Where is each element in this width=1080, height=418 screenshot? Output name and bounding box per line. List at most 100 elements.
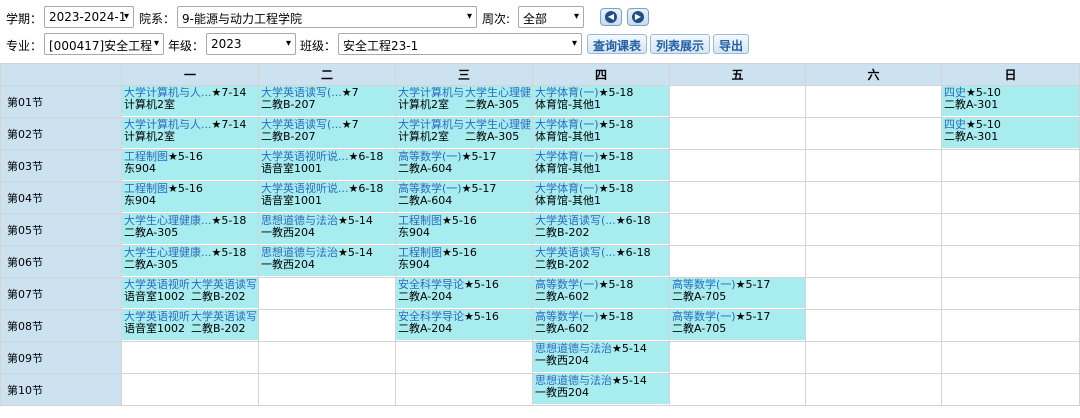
term-select[interactable]: 2023-2024-1 ▾: [44, 6, 134, 28]
room-line: 二教B-207: [261, 99, 395, 111]
course-block[interactable]: 大学体育(一)★5-18 体育馆-其他1: [533, 118, 669, 148]
room-name: 二教A-204: [398, 290, 453, 303]
filter-row-1: 学期： 2023-2024-1 ▾ 院系： 9-能源与动力工程学院 ▾ 周次: 全部…: [0, 5, 1080, 31]
schedule-cell: [805, 245, 942, 278]
room-name: 计算机2室: [398, 98, 449, 111]
room-line: 二教B-202: [535, 259, 669, 271]
list-view-button[interactable]: 列表展示: [650, 34, 711, 54]
schedule-cell: [258, 277, 396, 310]
room-line: 东904: [124, 195, 258, 207]
course-block[interactable]: 高等数学(一)★5-18 二教A-602: [533, 310, 669, 340]
room-name: 二教A-705: [672, 322, 727, 335]
course-block[interactable]: 安全科学导论★5-16 二教A-204: [396, 278, 532, 308]
course-block[interactable]: 思想道德与法治★5-14 一教西204: [259, 214, 395, 244]
course-block[interactable]: 大学英语视听说...★6-18 语音室1001: [259, 182, 395, 212]
query-schedule-button[interactable]: 查询课表: [587, 34, 648, 54]
course-block[interactable]: 大学生心理健康...★5-18 二教A-305: [122, 214, 258, 244]
course-weeks: ★5-18: [598, 182, 634, 195]
course-block[interactable]: 大学计算机与 计算机2室 大学生心理健 二教A-305: [396, 86, 532, 116]
course-block[interactable]: 工程制图★5-16 东904: [396, 214, 532, 244]
room-line: 二教A-305: [465, 131, 532, 143]
room-name: 计算机2室: [124, 98, 175, 111]
room-name: 二教B-207: [261, 98, 316, 111]
schedule-cell: [669, 245, 806, 278]
room-name: 二教B-202: [191, 290, 246, 303]
course-entry[interactable]: 大学英语读写 二教B-202: [191, 311, 258, 340]
schedule-cell: 工程制图★5-16 东904: [395, 245, 533, 278]
course-entry[interactable]: 大学英语视听 语音室1002: [124, 279, 191, 308]
course-entry[interactable]: 大学生心理健 二教A-305: [465, 119, 532, 148]
course-block[interactable]: 高等数学(一)★5-18 二教A-602: [533, 278, 669, 308]
day-header: 五: [669, 63, 806, 86]
period-label: 第09节: [0, 341, 122, 374]
course-weeks: ★5-18: [598, 118, 634, 131]
schedule-cell: 大学英语视听 语音室1002 大学英语读写 二教B-202: [121, 309, 259, 342]
export-button[interactable]: 导出: [713, 34, 750, 54]
schedule-cell: [805, 213, 942, 246]
course-entry[interactable]: 大学英语读写 二教B-202: [191, 279, 258, 308]
week-select[interactable]: 全部 ▾: [518, 6, 584, 28]
course-weeks: ★6-18: [348, 150, 384, 163]
schedule-cell: 思想道德与法治★5-14 一教西204: [532, 373, 670, 406]
course-block[interactable]: 工程制图★5-16 东904: [396, 246, 532, 276]
room-name: 一教西204: [535, 354, 589, 367]
course-block[interactable]: 大学体育(一)★5-18 体育馆-其他1: [533, 150, 669, 180]
schedule-cell: [805, 181, 942, 214]
course-block[interactable]: 大学英语读写(...★6-18 二教B-202: [533, 214, 669, 244]
room-name: 体育馆-其他1: [535, 130, 601, 143]
room-name: 二教B-202: [191, 322, 246, 335]
course-block[interactable]: 思想道德与法治★5-14 一教西204: [259, 246, 395, 276]
course-block[interactable]: 四史★5-10 二教A-301: [942, 118, 1079, 148]
schedule-cell: [941, 245, 1080, 278]
schedule-cell: [805, 277, 942, 310]
course-entry[interactable]: 大学计算机与 计算机2室: [398, 87, 465, 116]
next-week-button[interactable]: ▶: [627, 8, 649, 26]
room-line: 二教B-202: [191, 291, 258, 303]
schedule-cell: [805, 117, 942, 150]
course-block[interactable]: 思想道德与法治★5-14 一教西204: [533, 342, 669, 372]
week-label: 周次:: [482, 12, 511, 26]
course-block[interactable]: 大学英语视听 语音室1002 大学英语读写 二教B-202: [122, 278, 258, 308]
schedule-cell: [258, 373, 396, 406]
course-block[interactable]: 大学生心理健康...★5-18 二教A-305: [122, 246, 258, 276]
course-block[interactable]: 大学英语视听说...★6-18 语音室1001: [259, 150, 395, 180]
course-weeks: ★5-18: [211, 246, 247, 259]
major-select[interactable]: [000417]安全工程 ▾: [44, 33, 164, 55]
course-entry[interactable]: 大学英语视听 语音室1002: [124, 311, 191, 340]
dept-label: 院系：: [139, 12, 176, 26]
room-line: 一教西204: [535, 355, 669, 367]
schedule-cell: 高等数学(一)★5-17 二教A-604: [395, 149, 533, 182]
course-block[interactable]: 大学计算机与人...★7-14 计算机2室: [122, 118, 258, 148]
course-block[interactable]: 大学体育(一)★5-18 体育馆-其他1: [533, 182, 669, 212]
schedule-cell: 大学体育(一)★5-18 体育馆-其他1: [532, 149, 670, 182]
course-block[interactable]: 高等数学(一)★5-17 二教A-705: [670, 278, 805, 308]
course-block[interactable]: 大学英语读写(...★7 二教B-207: [259, 86, 395, 116]
course-block[interactable]: 四史★5-10 二教A-301: [942, 86, 1079, 116]
course-block[interactable]: 工程制图★5-16 东904: [122, 182, 258, 212]
schedule-cell: [805, 85, 942, 118]
course-weeks: ★5-14: [612, 374, 647, 387]
prev-week-button[interactable]: ◀: [600, 8, 622, 26]
course-block[interactable]: 安全科学导论★5-16 二教A-204: [396, 310, 532, 340]
course-block[interactable]: 大学英语读写(...★6-18 二教B-202: [533, 246, 669, 276]
dept-select[interactable]: 9-能源与动力工程学院 ▾: [177, 6, 477, 28]
course-block[interactable]: 大学计算机与 计算机2室 大学生心理健 二教A-305: [396, 118, 532, 148]
room-line: 计算机2室: [398, 131, 465, 143]
course-block[interactable]: 大学计算机与人...★7-14 计算机2室: [122, 86, 258, 116]
table-row: 第07节 大学英语视听 语音室1002 大学英语读写 二教B-202 安全科学导论★5-1…: [0, 277, 1080, 310]
course-block[interactable]: 高等数学(一)★5-17 二教A-705: [670, 310, 805, 340]
grade-select[interactable]: 2023 ▾: [206, 33, 296, 55]
course-block[interactable]: 思想道德与法治★5-14 一教西204: [533, 374, 669, 404]
term-label: 学期：: [6, 12, 43, 26]
course-block[interactable]: 工程制图★5-16 东904: [122, 150, 258, 180]
class-select[interactable]: 安全工程23-1 ▾: [338, 33, 582, 55]
course-entry[interactable]: 大学计算机与 计算机2室: [398, 119, 465, 148]
course-entry[interactable]: 大学生心理健 二教A-305: [465, 87, 532, 116]
course-block[interactable]: 大学英语读写(...★7 二教B-207: [259, 118, 395, 148]
course-block[interactable]: 大学体育(一)★5-18 体育馆-其他1: [533, 86, 669, 116]
room-line: 语音室1001: [261, 195, 395, 207]
course-block[interactable]: 高等数学(一)★5-17 二教A-604: [396, 182, 532, 212]
course-weeks: ★5-16: [168, 182, 203, 195]
course-block[interactable]: 大学英语视听 语音室1002 大学英语读写 二教B-202: [122, 310, 258, 340]
course-block[interactable]: 高等数学(一)★5-17 二教A-604: [396, 150, 532, 180]
